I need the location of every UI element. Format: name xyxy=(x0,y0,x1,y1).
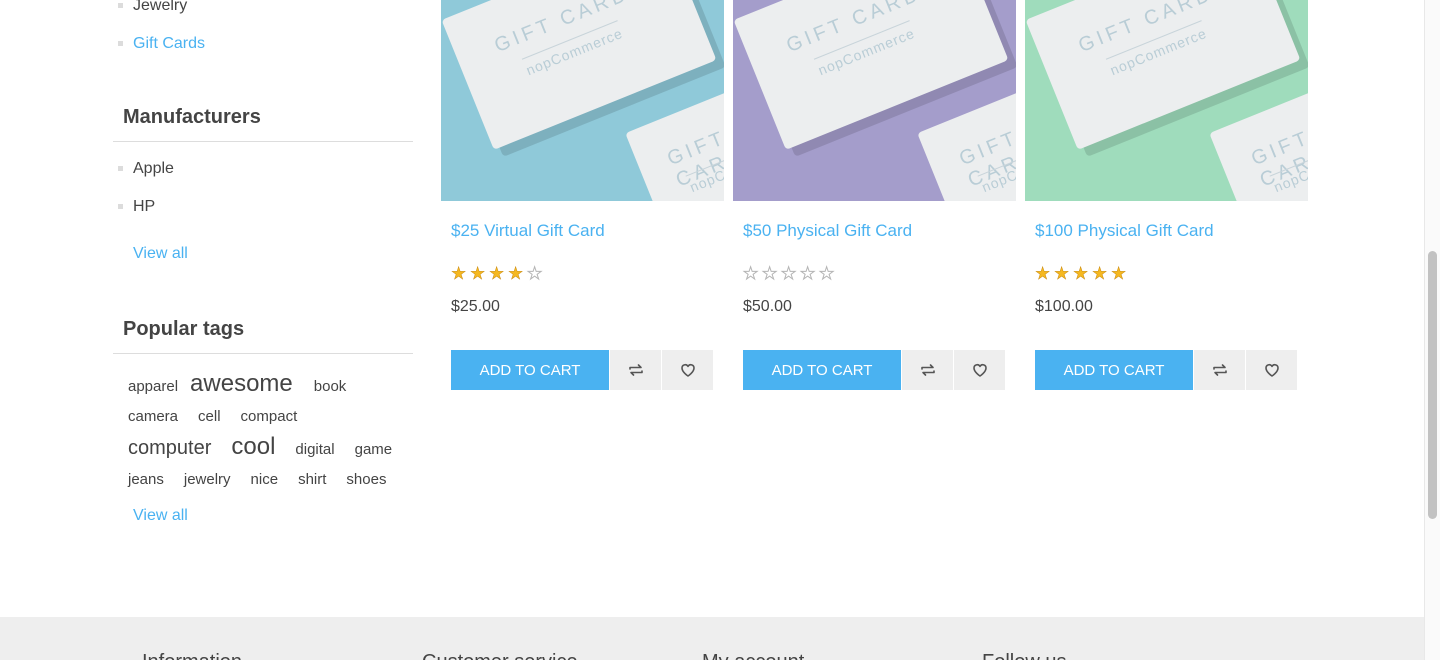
tag-link[interactable]: apparel xyxy=(128,372,178,402)
category-label: Gift Cards xyxy=(133,35,206,52)
add-to-cart-button[interactable]: ADD TO CART xyxy=(451,350,609,390)
popular-tags-block: Popular tags apparel awesome book camera ce… xyxy=(113,317,413,525)
product-rating: ★ ★ ★ ★ ★ xyxy=(451,264,544,284)
heart-icon xyxy=(972,364,987,377)
tag-link[interactable]: awesome xyxy=(190,369,293,399)
product-rating: ★ ★ ★ ★ ★ xyxy=(743,264,836,284)
tag-link[interactable]: shoes xyxy=(346,465,386,495)
tag-link[interactable]: cell xyxy=(198,402,221,432)
page-scrollbar[interactable] xyxy=(1424,0,1440,660)
product-price: $50.00 xyxy=(743,298,792,315)
tag-link[interactable]: camera xyxy=(128,402,178,432)
product-item: GIFT CARD nopCommerce GIFT CARD nopCommerc… xyxy=(733,0,1016,390)
heart-icon xyxy=(1264,364,1279,377)
product-image[interactable]: GIFT CARD nopCommerce GIFT CARD nopCommerc… xyxy=(733,0,1016,201)
star-empty-icon: ★ xyxy=(800,264,816,284)
add-to-cart-button[interactable]: ADD TO CART xyxy=(1035,350,1193,390)
tag-link[interactable]: cool xyxy=(231,432,275,462)
popular-tags-title: Popular tags xyxy=(113,317,413,354)
tag-link[interactable]: computer xyxy=(128,433,211,463)
compare-icon xyxy=(920,364,935,376)
add-to-wishlist-button[interactable] xyxy=(1246,350,1297,390)
star-filled-icon: ★ xyxy=(470,264,486,284)
compare-icon xyxy=(1212,364,1227,376)
product-title-link[interactable]: $100 Physical Gift Card xyxy=(1035,221,1214,241)
tag-link[interactable]: game xyxy=(355,435,393,465)
star-filled-icon: ★ xyxy=(508,264,524,284)
gift-card-graphic: GIFT CARD nopCommerce xyxy=(625,77,724,201)
tag-link[interactable]: digital xyxy=(295,435,334,465)
manufacturers-view-all-link[interactable]: View all xyxy=(113,245,413,263)
product-image[interactable]: GIFT CARD nopCommerce GIFT CARD nopCommerc… xyxy=(441,0,724,201)
star-filled-icon: ★ xyxy=(451,264,467,284)
tag-link[interactable]: compact xyxy=(241,402,298,432)
product-title-link[interactable]: $25 Virtual Gift Card xyxy=(451,221,605,241)
footer-heading-customer-service: Customer service xyxy=(422,651,578,660)
product-rating: ★ ★ ★ ★ ★ xyxy=(1035,264,1128,284)
add-to-cart-button[interactable]: ADD TO CART xyxy=(743,350,901,390)
tag-link[interactable]: shirt xyxy=(298,465,326,495)
category-label: Jewelry xyxy=(133,0,188,14)
product-actions: ADD TO CART xyxy=(1035,350,1297,390)
manufacturer-apple[interactable]: Apple xyxy=(113,159,413,197)
footer-heading-follow-us: Follow us xyxy=(982,651,1066,660)
category-jewelry[interactable]: Jewelry xyxy=(113,0,187,34)
footer-heading-my-account: My account xyxy=(702,651,804,660)
category-gift-cards[interactable]: Gift Cards xyxy=(113,34,205,72)
manufacturer-label: HP xyxy=(133,198,156,215)
product-price: $25.00 xyxy=(451,298,500,315)
product-item: GIFT CARD nopCommerce GIFT CARD nopCommerc… xyxy=(1025,0,1308,390)
footer-heading-information: Information xyxy=(142,651,242,660)
star-empty-icon: ★ xyxy=(781,264,797,284)
product-actions: ADD TO CART xyxy=(451,350,713,390)
tag-link[interactable]: jewelry xyxy=(184,465,231,495)
gift-card-graphic: GIFT CARD nopCommerce xyxy=(917,77,1016,201)
heart-icon xyxy=(680,364,695,377)
manufacturer-label: Apple xyxy=(133,160,174,177)
product-image[interactable]: GIFT CARD nopCommerce GIFT CARD nopCommerc… xyxy=(1025,0,1308,201)
add-to-wishlist-button[interactable] xyxy=(662,350,713,390)
tag-link[interactable]: jeans xyxy=(128,465,164,495)
manufacturer-hp[interactable]: HP xyxy=(113,197,413,235)
tag-cloud: apparel awesome book camera cell compact com… xyxy=(113,354,413,489)
product-price: $100.00 xyxy=(1035,298,1093,315)
star-filled-icon: ★ xyxy=(1073,264,1089,284)
star-empty-icon: ★ xyxy=(527,264,543,284)
star-filled-icon: ★ xyxy=(1092,264,1108,284)
star-empty-icon: ★ xyxy=(762,264,778,284)
gift-card-graphic: GIFT CARD nopCommerce xyxy=(1209,77,1308,201)
star-filled-icon: ★ xyxy=(1054,264,1070,284)
star-filled-icon: ★ xyxy=(1035,264,1051,284)
add-to-wishlist-button[interactable] xyxy=(954,350,1005,390)
add-to-compare-button[interactable] xyxy=(610,350,661,390)
tag-link[interactable]: nice xyxy=(251,465,279,495)
tags-view-all-link[interactable]: View all xyxy=(113,507,413,525)
compare-icon xyxy=(628,364,643,376)
tag-link[interactable]: book xyxy=(314,372,347,402)
star-filled-icon: ★ xyxy=(1111,264,1127,284)
star-filled-icon: ★ xyxy=(489,264,505,284)
scrollbar-thumb[interactable] xyxy=(1428,251,1437,519)
product-title-link[interactable]: $50 Physical Gift Card xyxy=(743,221,912,241)
add-to-compare-button[interactable] xyxy=(1194,350,1245,390)
star-empty-icon: ★ xyxy=(743,264,759,284)
star-empty-icon: ★ xyxy=(819,264,835,284)
product-item: GIFT CARD nopCommerce GIFT CARD nopCommerc… xyxy=(441,0,724,390)
product-actions: ADD TO CART xyxy=(743,350,1005,390)
add-to-compare-button[interactable] xyxy=(902,350,953,390)
manufacturers-title: Manufacturers xyxy=(113,105,413,142)
footer: Information Customer service My account … xyxy=(0,617,1424,660)
manufacturers-list: Apple HP xyxy=(113,159,413,235)
manufacturers-block: Manufacturers Apple HP View all xyxy=(113,105,413,263)
